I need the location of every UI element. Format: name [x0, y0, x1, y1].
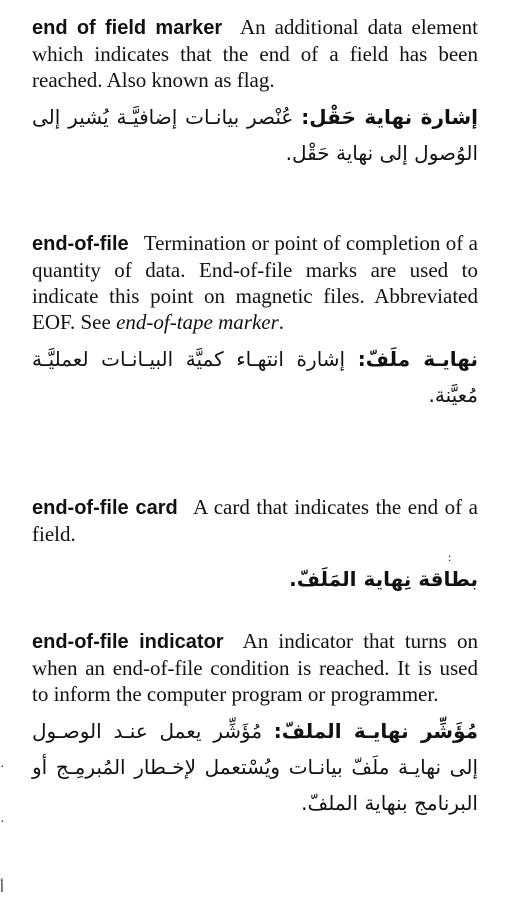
- cross-reference: end-of-tape marker: [116, 310, 279, 334]
- english-definition: end of field marker An additional data e…: [32, 14, 478, 93]
- edge-mark: ·: [0, 815, 5, 830]
- arabic-definition: بطاقة نِهاية المَلَفّ.: [32, 561, 478, 597]
- dictionary-entry: end-of-file Termination or point of comp…: [32, 230, 478, 413]
- arabic-term: مُؤَشِّر نهايـة الملفّ:: [273, 719, 478, 743]
- arabic-term: نهايـة ملَفّ:: [357, 347, 478, 371]
- dictionary-entry: end-of-file card A card that indicates t…: [32, 494, 478, 597]
- arabic-definition: نهايـة ملَفّ: إشارة انتهـاء كميَّة البيـ…: [32, 341, 478, 413]
- dictionary-entry: end-of-file indicator An indicator that …: [32, 628, 478, 821]
- stray-colon-mark: :: [448, 550, 452, 564]
- dictionary-entry: end of field marker An additional data e…: [32, 14, 478, 171]
- entry-term: end-of-file card: [32, 497, 178, 519]
- english-definition: end-of-file indicator An indicator that …: [32, 628, 478, 707]
- arabic-term: إشارة نهاية حَقْل:: [301, 105, 478, 129]
- entry-term: end of field marker: [32, 17, 223, 39]
- arabic-definition: إشارة نهاية حَقْل: عُنْصر بيانـات إضافيَ…: [32, 99, 478, 171]
- arabic-term: بطاقة نِهاية المَلَفّ.: [289, 567, 478, 591]
- english-definition: end-of-file Termination or point of comp…: [32, 230, 478, 335]
- definition-end: .: [278, 310, 285, 334]
- arabic-definition: مُؤَشِّر نهايـة الملفّ: مُؤَشِّر يعمل عن…: [32, 713, 478, 821]
- edge-mark: أ: [0, 881, 4, 896]
- edge-mark: ·: [0, 760, 5, 775]
- english-definition: end-of-file card A card that indicates t…: [32, 494, 478, 547]
- entry-term: end-of-file indicator: [32, 631, 224, 653]
- entry-term: end-of-file: [32, 233, 129, 255]
